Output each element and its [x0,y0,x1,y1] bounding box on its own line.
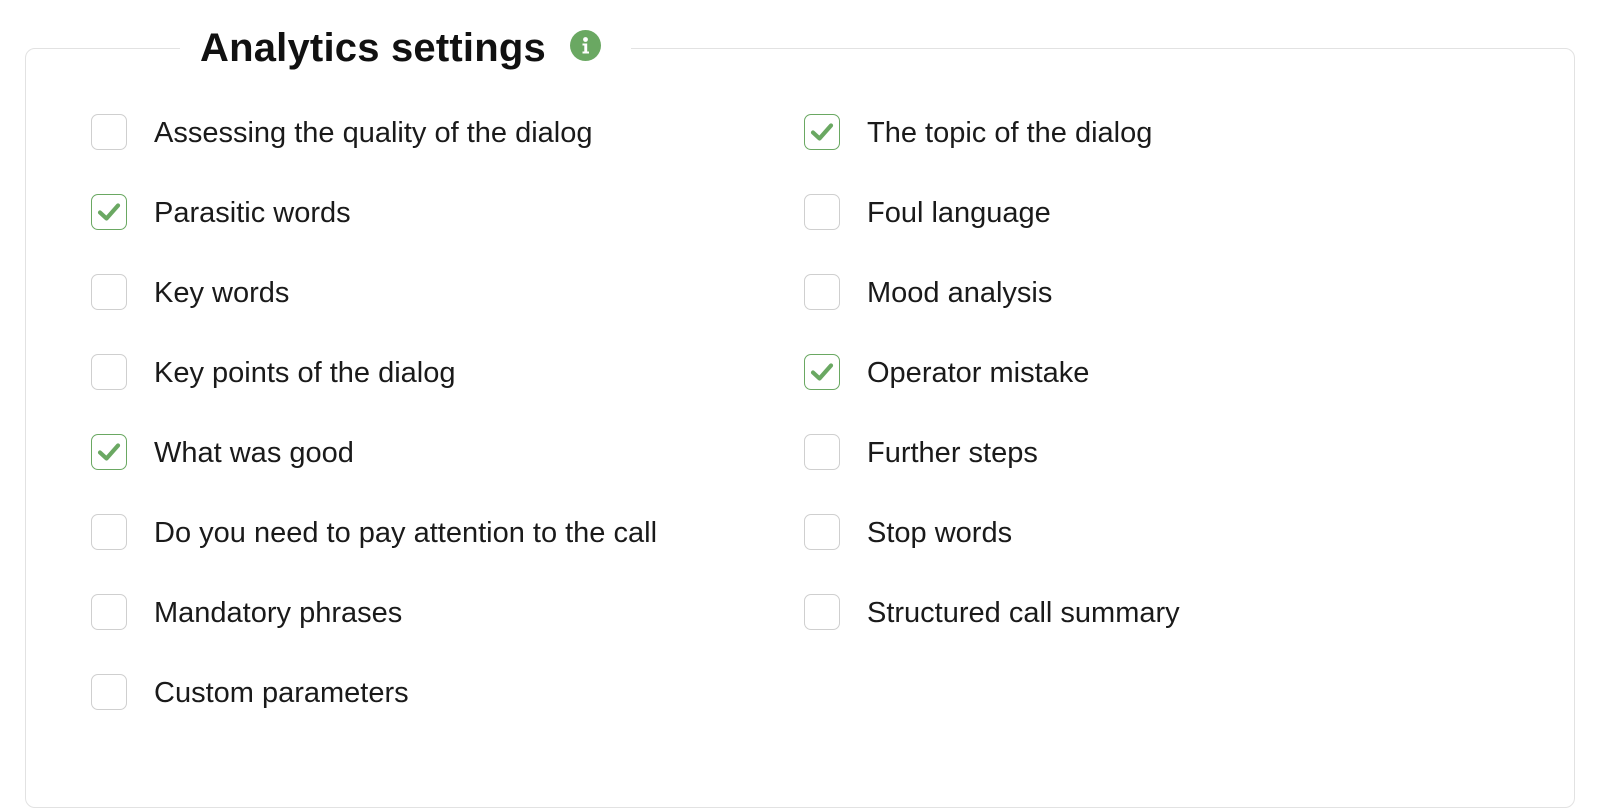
checkbox[interactable] [804,594,840,630]
checkbox[interactable] [91,274,127,310]
checkbox[interactable] [91,354,127,390]
option-key-words[interactable]: Key words [91,274,657,354]
checkmark-icon [97,443,121,461]
option-label: Mandatory phrases [154,597,403,629]
option-label: Parasitic words [154,197,351,229]
info-icon[interactable] [569,29,601,61]
checkbox[interactable] [91,514,127,550]
checkbox[interactable] [91,194,127,230]
option-structured-summary[interactable]: Structured call summary [804,594,1180,674]
option-label: Custom parameters [154,677,409,709]
option-label: Operator mistake [867,357,1090,389]
option-mandatory-phrases[interactable]: Mandatory phrases [91,594,657,674]
option-label: What was good [154,437,354,469]
section-title: Analytics settings [200,25,546,70]
option-label: Mood analysis [867,277,1053,309]
option-foul-language[interactable]: Foul language [804,194,1180,274]
checkbox[interactable] [804,354,840,390]
checkbox[interactable] [804,274,840,310]
option-label: Assessing the quality of the dialog [154,117,593,149]
checkmark-icon [97,203,121,221]
option-label: The topic of the dialog [867,117,1153,149]
option-topic[interactable]: The topic of the dialog [804,114,1180,194]
option-label: Key points of the dialog [154,357,456,389]
option-label: Do you need to pay attention to the call [154,517,658,549]
checkbox[interactable] [91,674,127,710]
option-further-steps[interactable]: Further steps [804,434,1180,514]
options-column-right: The topic of the dialog Foul language Mo… [804,114,1180,674]
checkbox[interactable] [804,194,840,230]
checkbox[interactable] [91,114,127,150]
checkbox[interactable] [804,514,840,550]
option-label: Structured call summary [867,597,1180,629]
checkbox[interactable] [804,434,840,470]
option-operator-mistake[interactable]: Operator mistake [804,354,1180,434]
option-mood-analysis[interactable]: Mood analysis [804,274,1180,354]
option-pay-attention[interactable]: Do you need to pay attention to the call [91,514,657,594]
option-custom-parameters[interactable]: Custom parameters [91,674,657,754]
option-key-points[interactable]: Key points of the dialog [91,354,657,434]
option-assessing-quality[interactable]: Assessing the quality of the dialog [91,114,657,194]
checkbox[interactable] [91,594,127,630]
checkmark-icon [810,363,834,381]
checkbox[interactable] [804,114,840,150]
checkmark-icon [810,123,834,141]
option-label: Key words [154,277,290,309]
option-label: Stop words [867,517,1013,549]
options-column-left: Assessing the quality of the dialog Para… [91,114,657,754]
checkbox[interactable] [91,434,127,470]
option-stop-words[interactable]: Stop words [804,514,1180,594]
section-header: Analytics settings [180,18,631,78]
option-parasitic-words[interactable]: Parasitic words [91,194,657,274]
option-label: Further steps [867,437,1038,469]
option-label: Foul language [867,197,1051,229]
option-what-was-good[interactable]: What was good [91,434,657,514]
